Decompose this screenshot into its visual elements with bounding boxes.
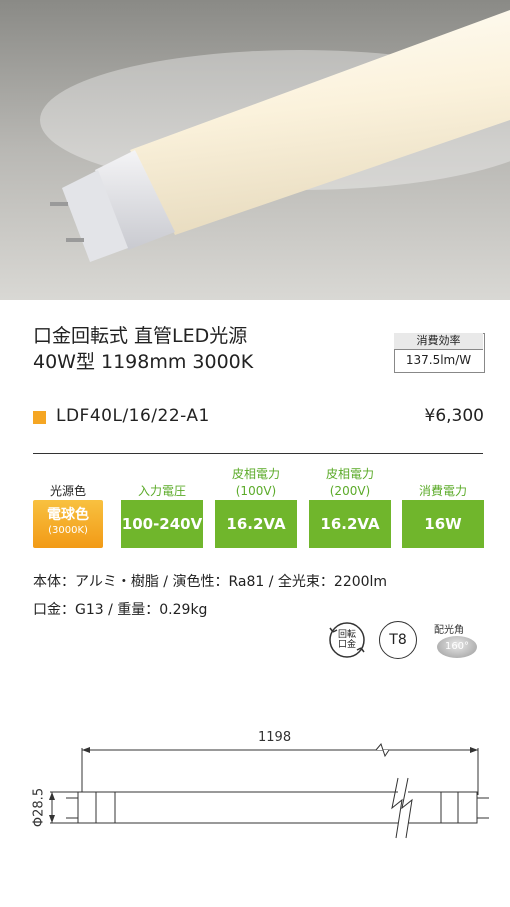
- spec-value-power: 16W: [402, 500, 484, 548]
- detail-line-2: 口金：G13 / 重量：0.29kg: [33, 602, 208, 618]
- t8-icon: T8: [379, 621, 417, 659]
- dimension-drawing: [49, 742, 489, 839]
- spec-value-va200: 16.2VA: [309, 500, 391, 548]
- detail-line-1: 本体：アルミ・樹脂 / 演色性：Ra81 / 全光束：2200lm: [33, 574, 388, 590]
- model-number: LDF40L/16/22-A1: [56, 406, 210, 426]
- spec-value-voltage: 100-240V: [121, 500, 203, 548]
- price: ¥6,300: [424, 406, 484, 426]
- spec-header-va100: 皮相電力 (100V): [231, 467, 280, 498]
- product-title: 口金回転式 直管LED光源 40W型 1198mm 3000K: [33, 323, 253, 375]
- spec-header-voltage: 入力電圧: [137, 484, 186, 498]
- spec-header-power: 消費電力: [418, 484, 467, 498]
- light-color-badge: 電球色 (3000K): [33, 500, 103, 548]
- light-color-header: 光源色: [49, 484, 86, 498]
- model-marker: [33, 411, 46, 424]
- divider: [33, 453, 483, 454]
- efficiency-value: 137.5lm/W: [405, 353, 472, 367]
- spec-value-va100: 16.2VA: [215, 500, 297, 548]
- length-dimension: 1198: [258, 730, 292, 745]
- rotate-icon-line-1: 回転: [337, 630, 356, 640]
- rotate-icon-line-2: 口金: [337, 640, 356, 650]
- product-photo: [0, 0, 510, 300]
- spec-header-va200: 皮相電力 (200V): [325, 467, 374, 498]
- light-color-value: 電球色: [47, 507, 89, 523]
- title-line-1: 口金回転式 直管LED光源: [33, 325, 248, 347]
- efficiency-label: 消費効率: [394, 333, 483, 350]
- rotate-base-icon: 回転 口金: [327, 620, 367, 660]
- beam-angle-label: 配光角: [434, 625, 464, 636]
- diameter-dimension: Φ28.5: [31, 787, 47, 828]
- light-color-sub: (3000K): [48, 525, 88, 536]
- beam-angle-icon: 160°: [437, 636, 477, 658]
- title-line-2: 40W型 1198mm 3000K: [33, 351, 254, 373]
